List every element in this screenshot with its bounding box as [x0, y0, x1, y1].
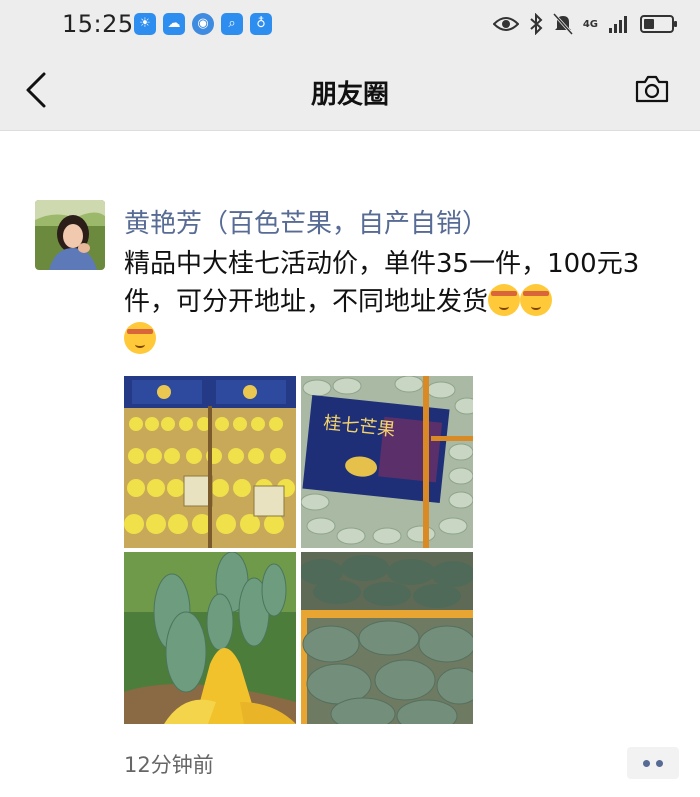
- bulb-icon: ♁: [250, 13, 272, 35]
- post-photo-1[interactable]: [124, 376, 296, 548]
- eye-icon: [492, 17, 519, 31]
- page-title: 朋友圈: [310, 80, 389, 110]
- battery-icon: [640, 15, 677, 33]
- hushing-face-emoji: [520, 284, 553, 316]
- post-photo-4[interactable]: [301, 552, 473, 724]
- hushing-face-emoji: [488, 284, 521, 316]
- bluetooth-icon: [530, 13, 543, 35]
- signal-icon: [609, 16, 627, 33]
- system-icons: 4G: [492, 10, 678, 38]
- search-app-icon: ⌕: [221, 13, 243, 35]
- status-time: 15:25: [62, 10, 134, 38]
- status-bar: 15:25 ☀ ☁ ◉ ⌕ ♁ 4G: [0, 0, 700, 48]
- hushing-face-emoji: [124, 322, 156, 354]
- post-text: 精品中大桂七活动价，单件35一件，100元3件，可分开地址，不同地址发货: [124, 245, 669, 359]
- camera-icon[interactable]: [634, 74, 670, 104]
- post-text-body: 精品中大桂七活动价，单件35一件，100元3件，可分开地址，不同地址发货: [124, 249, 640, 317]
- avatar[interactable]: [35, 200, 105, 270]
- post-time: 12分钟前: [124, 753, 214, 777]
- mute-bell-icon: [552, 13, 573, 35]
- network-type-label: 4G: [582, 18, 598, 30]
- post-photo-3[interactable]: [124, 552, 296, 724]
- more-dot-icon: [643, 759, 650, 767]
- post-author-name[interactable]: 黄艳芳（百色芒果，自产自销）: [124, 203, 488, 240]
- browser-icon: ◉: [192, 13, 214, 35]
- post-photo-2[interactable]: 桂七芒果: [301, 376, 473, 548]
- nav-bar: 朋友圈: [0, 48, 700, 131]
- cloud-icon: ☁: [163, 13, 185, 35]
- weather-icon: ☀: [134, 13, 156, 35]
- comment-like-button[interactable]: [627, 747, 679, 779]
- more-dot-icon: [656, 759, 663, 767]
